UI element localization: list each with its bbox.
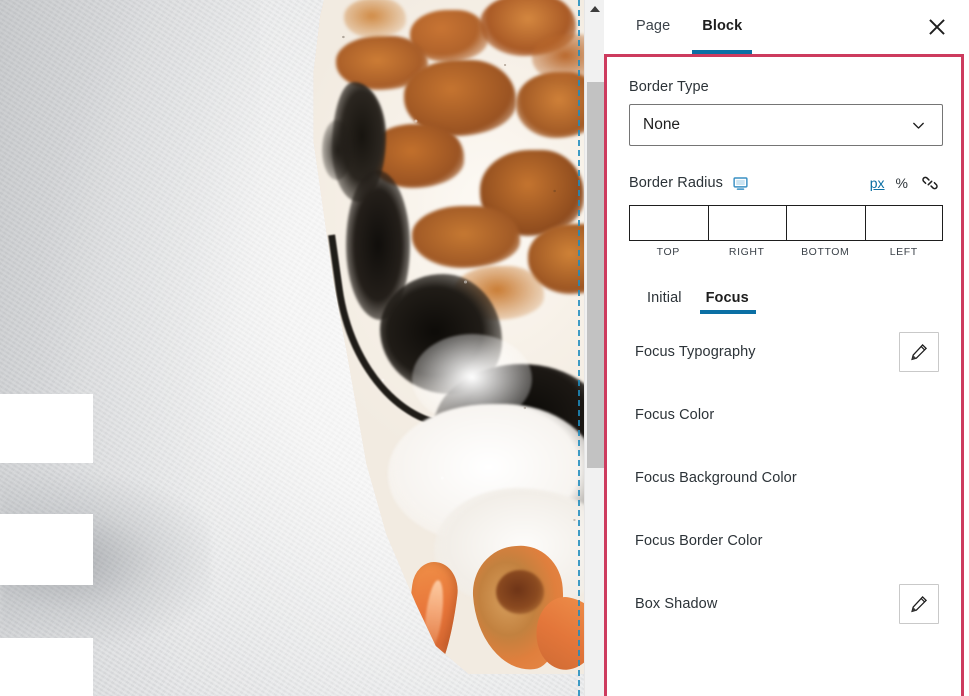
unit-percent[interactable]: %: [896, 175, 908, 191]
settings-sidebar: Page Block Border Type None Border Radiu…: [604, 0, 969, 696]
tab-block-label: Block: [702, 18, 743, 34]
radius-left-caption: LEFT: [889, 246, 918, 258]
radius-unit-group: px %: [870, 174, 939, 192]
radius-bottom-input[interactable]: [786, 205, 865, 241]
border-radius-label: Border Radius: [629, 175, 723, 191]
tab-initial[interactable]: Initial: [635, 284, 694, 320]
focus-typography-label: Focus Typography: [635, 343, 756, 360]
border-radius-header: Border Radius px %: [629, 172, 939, 194]
border-type-select[interactable]: None: [629, 104, 943, 146]
tab-initial-label: Initial: [647, 290, 682, 306]
block-settings-highlight-frame: Border Type None Border Radius px % TOP …: [604, 54, 964, 696]
tab-block[interactable]: Block: [686, 0, 758, 54]
monitor-icon[interactable]: [732, 175, 749, 192]
tab-focus[interactable]: Focus: [694, 284, 761, 320]
pencil-icon[interactable]: [899, 331, 939, 372]
link-icon[interactable]: [921, 174, 939, 192]
focus-color-label: Focus Color: [635, 406, 715, 423]
state-tab-bar: Initial Focus: [629, 284, 939, 320]
row-focus-border-color: Focus Border Color: [629, 509, 939, 572]
box-shadow-label: Box Shadow: [635, 595, 718, 612]
block-selection-outline: [578, 0, 580, 696]
unit-px[interactable]: px: [870, 175, 885, 191]
close-icon[interactable]: [919, 9, 955, 45]
border-type-field[interactable]: None: [629, 104, 943, 146]
focus-background-color-label: Focus Background Color: [635, 469, 797, 486]
sidebar-tab-bar: Page Block: [604, 0, 969, 54]
canvas-scrollbar[interactable]: [584, 0, 604, 696]
scrollbar-thumb[interactable]: [587, 82, 604, 468]
pencil-icon[interactable]: [899, 583, 939, 624]
border-type-label: Border Type: [629, 79, 709, 95]
border-radius-inputs[interactable]: [629, 205, 943, 241]
row-focus-typography: Focus Typography: [629, 320, 939, 383]
radius-top-caption: TOP: [656, 246, 680, 258]
block-settings-panel: Border Type None Border Radius px % TOP …: [607, 57, 961, 696]
tab-page-label: Page: [636, 18, 671, 34]
radius-right-caption: RIGHT: [728, 246, 765, 258]
editor-screen: Page Block Border Type None Border Radiu…: [0, 0, 969, 696]
placeholder-block[interactable]: [0, 514, 93, 585]
radius-top-input[interactable]: [629, 205, 708, 241]
placeholder-block[interactable]: [0, 394, 93, 463]
border-radius-captions: TOP RIGHT BOTTOM LEFT: [629, 246, 943, 258]
row-box-shadow: Box Shadow: [629, 572, 939, 635]
row-focus-color: Focus Color: [629, 383, 939, 446]
radius-bottom-caption: BOTTOM: [801, 246, 850, 258]
radius-left-input[interactable]: [864, 205, 943, 241]
focus-border-color-label: Focus Border Color: [635, 532, 763, 549]
border-type-value: None: [643, 116, 681, 133]
triangle-up-icon[interactable]: [585, 0, 605, 18]
radius-right-input[interactable]: [707, 205, 786, 241]
row-focus-background-color: Focus Background Color: [629, 446, 939, 509]
editor-canvas[interactable]: [0, 0, 584, 696]
placeholder-block[interactable]: [0, 638, 93, 696]
tab-focus-label: Focus: [705, 290, 749, 306]
tab-page[interactable]: Page: [620, 0, 686, 52]
